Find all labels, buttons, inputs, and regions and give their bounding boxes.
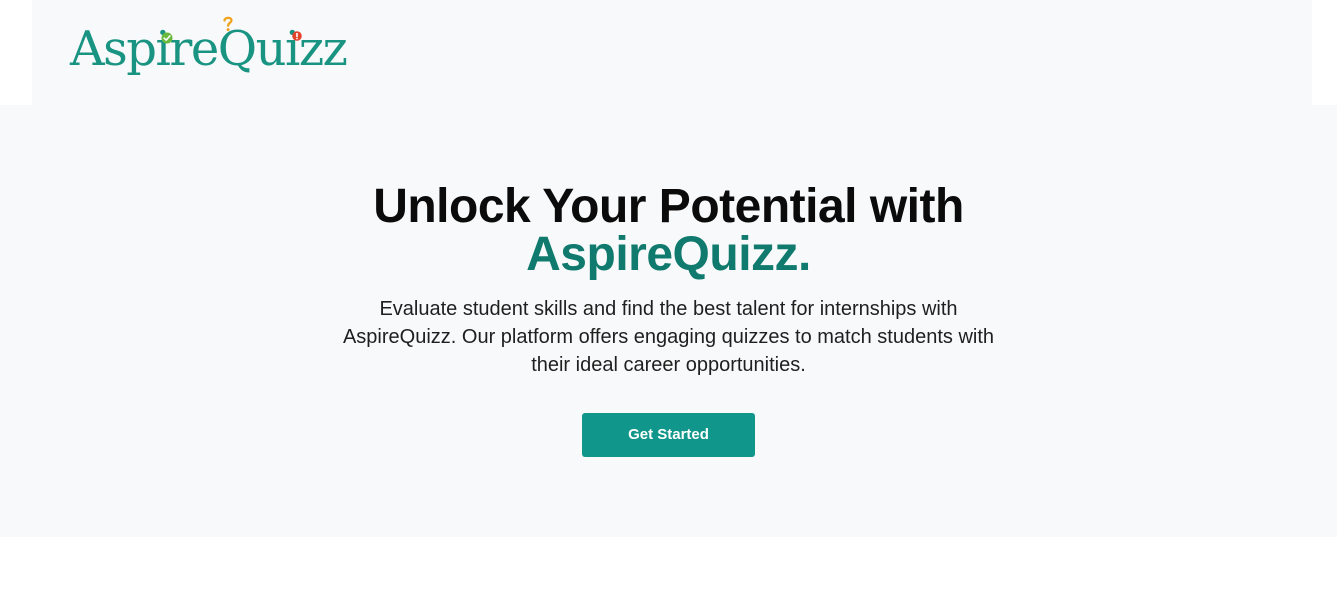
question-icon (223, 16, 233, 32)
check-icon (161, 32, 173, 44)
exclamation-icon (292, 31, 302, 41)
headline-line: Unlock Your Potential with (373, 180, 964, 233)
hero-headline: Unlock Your Potential with AspireQuizz. (0, 183, 1337, 279)
site-header: AspireQuizz (32, 0, 1312, 105)
headline-brand: AspireQuizz. (526, 228, 811, 281)
get-started-button[interactable]: Get Started (582, 413, 755, 457)
hero-content: Unlock Your Potential with AspireQuizz. … (0, 183, 1337, 457)
logo-wordmark: AspireQuizz (70, 21, 348, 77)
hero-section: Unlock Your Potential with AspireQuizz. … (0, 105, 1337, 537)
hero-description: Evaluate student skills and find the bes… (342, 298, 995, 376)
logo[interactable]: AspireQuizz (70, 14, 348, 84)
